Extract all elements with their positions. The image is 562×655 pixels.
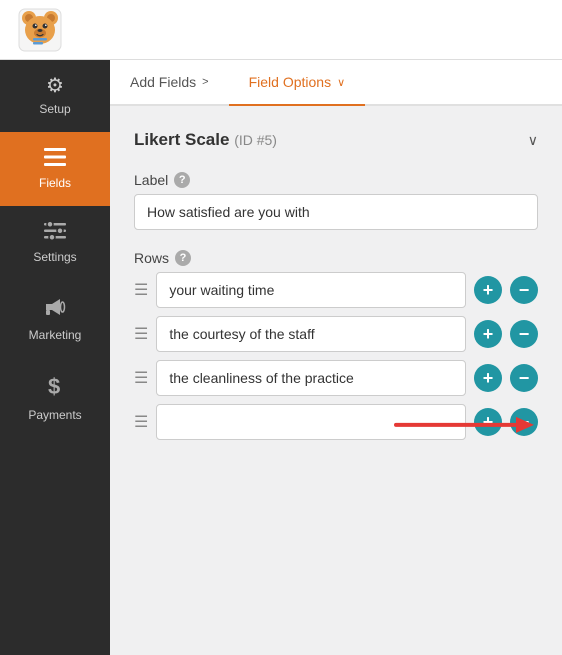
row-input-2[interactable] [156,316,466,352]
label-help-icon[interactable]: ? [174,172,190,188]
tab-field-options-label: Field Options [249,74,331,90]
last-row-wrapper: ☰ + − [134,404,538,440]
sidebar: ⚙ Setup Fields [0,60,110,655]
row-item-2: ☰ + − [134,316,538,352]
sidebar-item-marketing[interactable]: Marketing [0,280,110,358]
field-title: Likert Scale (ID #5) [134,130,277,150]
label-section-header: Label ? [134,172,538,188]
row-remove-btn-4[interactable]: − [510,408,538,436]
drag-handle-4[interactable]: ☰ [134,412,148,432]
sidebar-label-payments: Payments [28,408,81,422]
logo-icon [18,8,62,52]
fields-icon [44,148,66,170]
rows-help-icon[interactable]: ? [175,250,191,266]
settings-icon [44,222,66,244]
logo-area [10,5,70,55]
sidebar-item-setup[interactable]: ⚙ Setup [0,60,110,132]
row-input-1[interactable] [156,272,466,308]
row-add-btn-2[interactable]: + [474,320,502,348]
field-type-name: Likert Scale [134,130,229,149]
marketing-icon [44,296,66,322]
rows-section-title: Rows [134,250,169,266]
tab-add-fields[interactable]: Add Fields > [110,60,229,106]
form-content: Likert Scale (ID #5) ∨ Label ? Rows ? ☰ [110,106,562,655]
svg-text:$: $ [48,374,60,398]
sidebar-item-payments[interactable]: $ Payments [0,358,110,438]
row-input-4[interactable] [156,404,466,440]
field-options-chevron: ∨ [337,76,345,89]
payments-icon: $ [45,374,65,402]
top-bar [0,0,562,60]
content-area: Add Fields > Field Options ∨ Likert Scal… [110,60,562,655]
drag-handle-3[interactable]: ☰ [134,368,148,388]
row-add-btn-1[interactable]: + [474,276,502,304]
row-add-btn-4[interactable]: + [474,408,502,436]
drag-handle-2[interactable]: ☰ [134,324,148,344]
row-add-btn-3[interactable]: + [474,364,502,392]
drag-handle-1[interactable]: ☰ [134,280,148,300]
tab-field-options[interactable]: Field Options ∨ [229,60,366,106]
label-input[interactable] [134,194,538,230]
row-item-3: ☰ + − [134,360,538,396]
sidebar-label-setup: Setup [39,102,70,116]
field-title-row: Likert Scale (ID #5) ∨ [134,126,538,154]
row-input-3[interactable] [156,360,466,396]
add-fields-chevron: > [202,76,208,88]
sidebar-label-marketing: Marketing [29,328,82,342]
gear-icon: ⚙ [46,76,64,96]
field-id: (ID #5) [234,132,277,148]
rows-section-header: Rows ? [134,250,538,266]
sidebar-item-fields[interactable]: Fields [0,132,110,206]
sidebar-item-settings[interactable]: Settings [0,206,110,280]
main-layout: ⚙ Setup Fields [0,60,562,655]
sidebar-label-fields: Fields [39,176,71,190]
tab-bar: Add Fields > Field Options ∨ [110,60,562,106]
label-section-title: Label [134,172,168,188]
field-collapse-icon[interactable]: ∨ [528,132,538,149]
row-remove-btn-1[interactable]: − [510,276,538,304]
row-item-1: ☰ + − [134,272,538,308]
rows-section: Rows ? ☰ + − ☰ + − [134,250,538,440]
row-remove-btn-3[interactable]: − [510,364,538,392]
row-item-4: ☰ + − [134,404,538,440]
row-remove-btn-2[interactable]: − [510,320,538,348]
sidebar-label-settings: Settings [33,250,76,264]
tab-add-fields-label: Add Fields [130,74,196,90]
